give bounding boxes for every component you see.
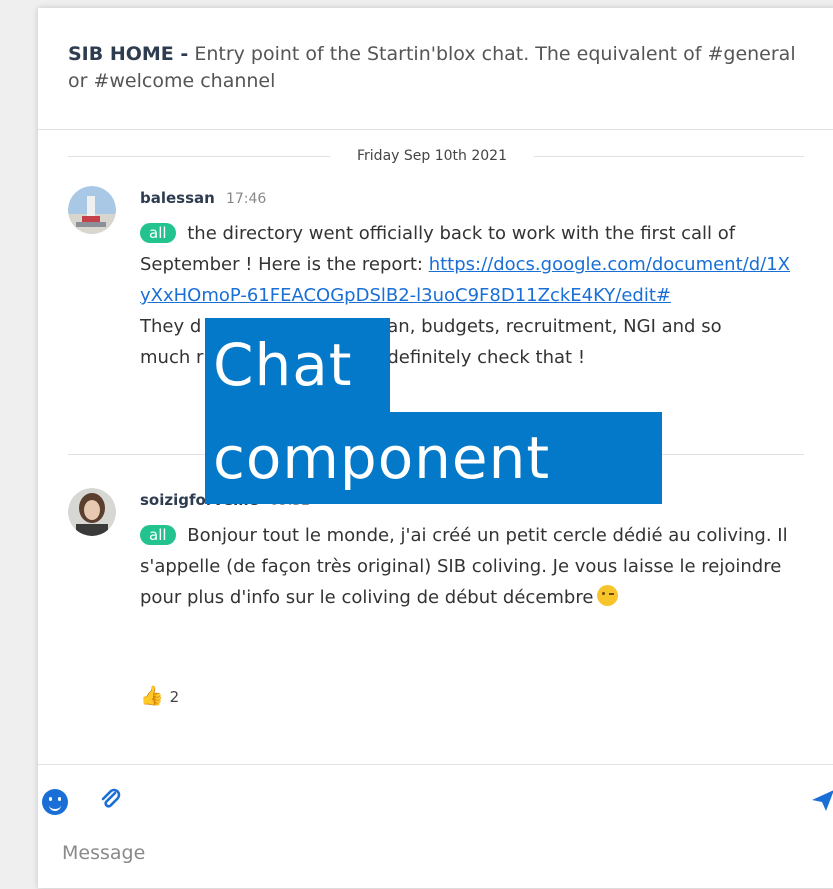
overlay-title-line2: component: [205, 412, 662, 504]
message-text-rest-2: definitely check that !: [387, 347, 586, 368]
wink-emoji-icon: [597, 585, 619, 606]
thumbs-up-icon: 👍: [140, 685, 164, 707]
message-text-rest: an, budgets, recruitment, NGI and so: [387, 316, 722, 337]
paperclip-icon[interactable]: [98, 787, 124, 813]
reaction-count: 2: [169, 688, 180, 706]
date-separator-line-left: [68, 156, 330, 157]
message-item: balessan 17:46 all the directory went of…: [68, 186, 808, 446]
message-time: 17:46: [225, 191, 267, 207]
message-body: all Bonjour tout le monde, j'ai créé un …: [140, 520, 790, 613]
message-item: soizigforveille 09:32 all Bonjour tout l…: [68, 488, 808, 728]
message-text-partial-2: much r: [140, 347, 204, 368]
overlay-title-line1: Chat: [205, 318, 390, 412]
message-text: Bonjour tout le monde, j'ai créé un peti…: [140, 525, 788, 608]
mention-badge[interactable]: all: [140, 223, 176, 243]
message-composer: [38, 764, 833, 889]
send-icon[interactable]: [810, 787, 833, 813]
message-author[interactable]: balessan: [140, 189, 215, 207]
channel-header: SIB HOME - Entry point of the Startin'bl…: [38, 8, 833, 130]
date-separator-line-right: [534, 156, 804, 157]
avatar[interactable]: [68, 488, 116, 536]
message-input[interactable]: [60, 835, 764, 871]
channel-header-text: SIB HOME - Entry point of the Startin'bl…: [68, 41, 798, 95]
mention-badge[interactable]: all: [140, 525, 176, 545]
avatar[interactable]: [68, 186, 116, 234]
channel-name: SIB HOME -: [68, 43, 189, 65]
reaction-thumbs-up[interactable]: 👍 2: [140, 684, 179, 708]
smiley-icon[interactable]: [42, 789, 68, 815]
message-meta: balessan 17:46: [140, 186, 266, 210]
date-separator: Friday Sep 10th 2021: [68, 146, 804, 166]
date-separator-label: Friday Sep 10th 2021: [357, 148, 507, 164]
message-text-partial: They d: [140, 316, 202, 337]
